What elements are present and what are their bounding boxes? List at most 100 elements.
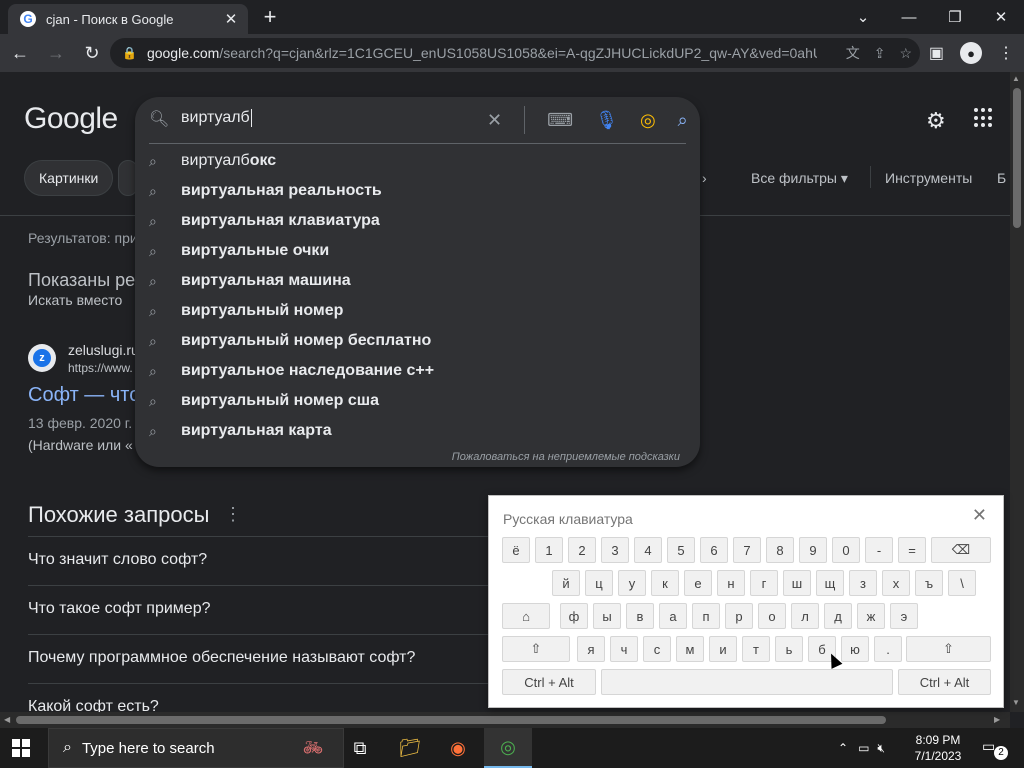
key[interactable]: ё <box>502 537 530 563</box>
network-icon[interactable]: ▭ <box>858 741 869 755</box>
file-explorer-icon[interactable]: 📁︎ <box>386 728 434 768</box>
google-logo[interactable]: Google <box>24 102 118 136</box>
key[interactable]: к <box>651 570 679 596</box>
space-key[interactable] <box>601 669 893 695</box>
key[interactable]: = <box>898 537 926 563</box>
key[interactable]: 4 <box>634 537 662 563</box>
report-suggestions-link[interactable]: Пожаловаться на неприемлемые подсказки <box>452 451 680 463</box>
address-bar[interactable]: 🔒 google.com/search?q=cjan&rlz=1C1GCEU_e… <box>110 38 920 68</box>
show-hidden-icons-icon[interactable]: ⌃ <box>838 741 848 755</box>
key[interactable]: 7 <box>733 537 761 563</box>
keyboard-close-icon[interactable]: ✕ <box>972 505 987 526</box>
side-panel-icon[interactable]: ▣ <box>929 43 944 63</box>
key[interactable]: ь <box>775 636 803 662</box>
chevron-right-icon[interactable]: › <box>702 170 707 186</box>
key[interactable]: ф <box>560 603 588 629</box>
settings-gear-icon[interactable]: ⚙ <box>926 108 946 134</box>
profile-avatar-icon[interactable]: ● <box>960 42 982 64</box>
key[interactable]: д <box>824 603 852 629</box>
key[interactable]: 2 <box>568 537 596 563</box>
horizontal-scroll-thumb[interactable] <box>16 716 886 724</box>
close-tab-icon[interactable]: ✕ <box>220 10 242 28</box>
key[interactable]: 8 <box>766 537 794 563</box>
key[interactable]: с <box>643 636 671 662</box>
suggestion-item[interactable]: ⌕ виртуальная машина <box>135 266 700 296</box>
key[interactable]: н <box>717 570 745 596</box>
related-item[interactable]: Какой софт есть? <box>28 683 488 712</box>
chrome-icon[interactable]: ◎ <box>484 728 532 768</box>
more-options-icon[interactable]: ⋮ <box>224 504 242 525</box>
ctrl-alt-key-left[interactable]: Ctrl + Alt <box>502 669 596 695</box>
key[interactable]: з <box>849 570 877 596</box>
suggestion-item[interactable]: ⌕ виртуальный номер сша <box>135 386 700 416</box>
related-item[interactable]: Почему программное обеспечение называют … <box>28 634 488 683</box>
key[interactable]: х <box>882 570 910 596</box>
close-window-button[interactable]: ✕ <box>978 0 1024 34</box>
horizontal-scrollbar[interactable]: ◀ ▶ <box>0 712 1010 728</box>
share-icon[interactable]: ⇪ <box>874 45 886 62</box>
restore-button[interactable]: ❐ <box>932 0 978 34</box>
key[interactable]: о <box>758 603 786 629</box>
result-site-name[interactable]: zeluslugi.ru <box>68 342 139 358</box>
key[interactable]: и <box>709 636 737 662</box>
notifications-icon[interactable]: ▭ 2 <box>982 738 1008 760</box>
reload-button[interactable]: ↻ <box>76 37 108 69</box>
menu-kebab-icon[interactable]: ⋮ <box>998 43 1014 63</box>
key[interactable]: 0 <box>832 537 860 563</box>
google-apps-icon[interactable] <box>974 108 994 128</box>
suggestion-item[interactable]: ⌕ виртуальный номер <box>135 296 700 326</box>
key[interactable]: у <box>618 570 646 596</box>
key[interactable]: 6 <box>700 537 728 563</box>
key[interactable]: . <box>874 636 902 662</box>
key[interactable]: т <box>742 636 770 662</box>
key[interactable]: ш <box>783 570 811 596</box>
keyboard-icon[interactable]: ⌨ <box>547 110 573 131</box>
minimize-button[interactable]: — <box>886 0 932 34</box>
search-query[interactable]: виртуалб <box>181 109 252 127</box>
key[interactable]: 5 <box>667 537 695 563</box>
suggestion-item[interactable]: ⌕ виртуальный номер бесплатно <box>135 326 700 356</box>
suggestion-item[interactable]: ⌕ виртуалбокс <box>135 146 700 176</box>
shift-key-right[interactable]: ⇧ <box>906 636 991 662</box>
key[interactable]: в <box>626 603 654 629</box>
firefox-icon[interactable]: ◉ <box>434 728 482 768</box>
key[interactable]: г <box>750 570 778 596</box>
key[interactable]: - <box>865 537 893 563</box>
key[interactable]: щ <box>816 570 844 596</box>
lock-icon[interactable]: 🔒 <box>122 46 137 60</box>
key[interactable]: э <box>890 603 918 629</box>
clock[interactable]: 8:09 PM 7/1/2023 <box>908 732 968 764</box>
vertical-scroll-thumb[interactable] <box>1013 88 1021 228</box>
key[interactable]: р <box>725 603 753 629</box>
key[interactable]: ы <box>593 603 621 629</box>
key[interactable]: м <box>676 636 704 662</box>
vertical-scrollbar[interactable]: ▲ ▼ <box>1010 72 1024 712</box>
browser-tab[interactable]: G cjan - Поиск в Google ✕ <box>8 4 248 34</box>
windows-start-icon[interactable] <box>12 739 30 757</box>
suggestion-item[interactable]: ⌕ виртуальное наследование c++ <box>135 356 700 386</box>
key[interactable]: а <box>659 603 687 629</box>
microphone-icon[interactable]: 🎙︎ <box>595 110 618 131</box>
key[interactable]: ж <box>857 603 885 629</box>
suggestion-item[interactable]: ⌕ виртуальная клавиатура <box>135 206 700 236</box>
tools-button[interactable]: Инструменты <box>885 170 972 186</box>
key[interactable]: п <box>692 603 720 629</box>
forward-button[interactable]: → <box>40 37 72 69</box>
task-view-icon[interactable]: ⧉ <box>336 728 384 768</box>
backspace-key[interactable]: ⌫ <box>931 537 991 563</box>
key[interactable]: 3 <box>601 537 629 563</box>
translate-icon[interactable]: 文 <box>846 43 860 63</box>
key[interactable]: ц <box>585 570 613 596</box>
clear-icon[interactable]: ✕ <box>487 110 502 131</box>
result-title-link[interactable]: Софт — что <box>28 384 140 407</box>
key[interactable]: я <box>577 636 605 662</box>
suggestion-item[interactable]: ⌕ виртуальные очки <box>135 236 700 266</box>
key[interactable]: ъ <box>915 570 943 596</box>
taskbar-search-box[interactable]: ⌕ Type here to search 🚲︎ <box>48 728 344 768</box>
suggestion-item[interactable]: ⌕ виртуальная реальность <box>135 176 700 206</box>
back-button[interactable]: ← <box>4 37 36 69</box>
volume-muted-icon[interactable]: 🔇︎ <box>877 741 885 756</box>
key[interactable]: ю <box>841 636 869 662</box>
key[interactable]: е <box>684 570 712 596</box>
new-tab-button[interactable]: + <box>258 4 282 30</box>
